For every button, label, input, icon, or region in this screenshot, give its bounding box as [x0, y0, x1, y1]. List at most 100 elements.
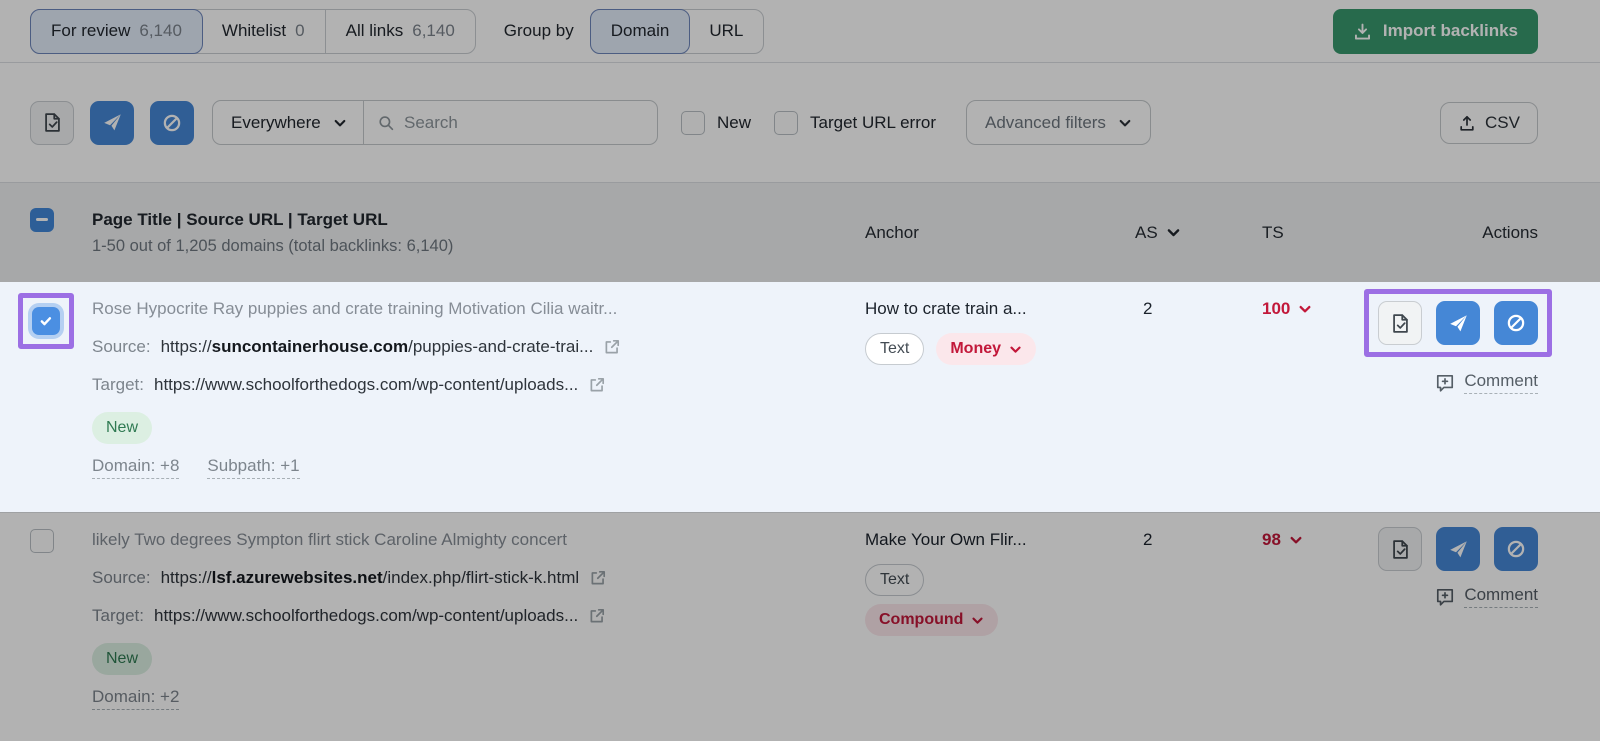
download-icon — [1353, 22, 1372, 41]
domain-count-link[interactable]: Domain: +2 — [92, 687, 179, 710]
search-input[interactable] — [404, 113, 643, 133]
select-all-checkbox[interactable] — [30, 208, 54, 232]
external-link-icon[interactable] — [588, 376, 606, 394]
new-filter-label: New — [717, 113, 751, 133]
comment-link[interactable]: Comment — [1435, 371, 1538, 394]
search-box — [364, 101, 657, 144]
status-badge: New — [92, 412, 152, 444]
indeterminate-checkbox-icon — [36, 218, 48, 221]
row1-links: Domain: +8 Subpath: +1 — [92, 456, 865, 479]
move-to-disavow-button[interactable] — [150, 101, 194, 145]
source-url-line: Source: https://lsf.azurewebsites.net/in… — [92, 565, 865, 591]
advanced-filters-dropdown[interactable]: Advanced filters — [966, 100, 1151, 145]
page-title: likely Two degrees Sympton flirt stick C… — [92, 527, 865, 553]
source-url-line: Source: https://suncontainerhouse.com/pu… — [92, 334, 865, 360]
row-action-buttons — [1378, 301, 1538, 345]
document-check-icon — [1390, 539, 1411, 560]
comment-label: Comment — [1464, 371, 1538, 394]
source-url[interactable]: https://lsf.azurewebsites.net/index.php/… — [161, 565, 580, 591]
row-action-buttons — [1378, 527, 1538, 571]
target-url[interactable]: https://www.schoolforthedogs.com/wp-cont… — [154, 603, 578, 629]
advanced-filters-label: Advanced filters — [985, 113, 1106, 133]
title-column-header: Page Title | Source URL | Target URL 1-5… — [92, 210, 865, 256]
as-column-header[interactable]: AS — [1135, 223, 1255, 243]
group-by-domain[interactable]: Domain — [590, 9, 691, 54]
whitelist-row-button[interactable] — [1378, 301, 1422, 345]
row2-checkbox-cell — [30, 527, 92, 558]
remove-row-button[interactable] — [1436, 527, 1480, 571]
search-icon — [378, 114, 394, 132]
as-column-label: AS — [1135, 223, 1158, 243]
new-filter[interactable]: New — [681, 111, 751, 135]
search-scope-dropdown[interactable]: Everywhere — [213, 101, 364, 144]
subpath-count-link[interactable]: Subpath: +1 — [207, 456, 299, 479]
source-label: Source: — [92, 334, 151, 360]
target-url[interactable]: https://www.schoolforthedogs.com/wp-cont… — [154, 372, 578, 398]
ts-value: 98 — [1262, 527, 1281, 553]
tab-for-review-count: 6,140 — [139, 21, 182, 41]
comment-link[interactable]: Comment — [1435, 585, 1538, 608]
whitelist-action-button[interactable] — [30, 101, 74, 145]
block-icon — [1506, 539, 1526, 559]
move-to-remove-button[interactable] — [90, 101, 134, 145]
group-by-url[interactable]: URL — [689, 10, 763, 53]
tab-for-review-label: For review — [51, 21, 130, 41]
target-url-error-checkbox[interactable] — [774, 111, 798, 135]
target-url-line: Target: https://www.schoolforthedogs.com… — [92, 372, 865, 398]
row2-links: Domain: +2 — [92, 687, 865, 710]
source-url[interactable]: https://suncontainerhouse.com/puppies-an… — [161, 334, 594, 360]
tab-all-links[interactable]: All links 6,140 — [325, 10, 475, 53]
external-link-icon[interactable] — [589, 569, 607, 587]
block-icon — [1506, 313, 1526, 333]
ts-value-dropdown[interactable]: 98 — [1255, 527, 1368, 553]
highlight-box-actions — [1364, 289, 1552, 357]
table-header: Page Title | Source URL | Target URL 1-5… — [0, 183, 1600, 282]
row2-checkbox[interactable] — [30, 529, 54, 553]
actions-column-header: Actions — [1368, 223, 1538, 243]
disavow-row-button[interactable] — [1494, 527, 1538, 571]
external-link-icon[interactable] — [603, 338, 621, 356]
target-url-error-filter[interactable]: Target URL error — [774, 111, 936, 135]
ts-column-header[interactable]: TS — [1255, 223, 1368, 243]
anchor-column-header[interactable]: Anchor — [865, 223, 1135, 243]
page-title: Rose Hypocrite Ray puppies and crate tra… — [92, 296, 865, 322]
group-by-label: Group by — [504, 21, 574, 41]
disavow-row-button[interactable] — [1494, 301, 1538, 345]
tab-whitelist[interactable]: Whitelist 0 — [202, 10, 325, 53]
import-backlinks-button[interactable]: Import backlinks — [1333, 9, 1538, 54]
whitelist-row-button[interactable] — [1378, 527, 1422, 571]
target-url-error-label: Target URL error — [810, 113, 936, 133]
row2-title-cell: likely Two degrees Sympton flirt stick C… — [92, 527, 865, 710]
title-column-label: Page Title | Source URL | Target URL — [92, 210, 865, 230]
chevron-down-icon — [1166, 225, 1181, 240]
chevron-down-icon — [1298, 302, 1312, 316]
ts-value-dropdown[interactable]: 100 — [1255, 296, 1368, 322]
upload-icon — [1458, 114, 1476, 132]
range-info: 1-50 out of 1,205 domains (total backlin… — [92, 237, 865, 256]
row1-title-cell: Rose Hypocrite Ray puppies and crate tra… — [92, 296, 865, 479]
ts-value: 100 — [1262, 296, 1290, 322]
row2-anchor-cell: Make Your Own Flir... Text Compound — [865, 527, 1135, 636]
source-label: Source: — [92, 565, 151, 591]
comment-icon — [1435, 587, 1455, 607]
import-backlinks-label: Import backlinks — [1383, 21, 1518, 41]
export-csv-button[interactable]: CSV — [1440, 102, 1538, 144]
row2-actions-cell: Comment — [1368, 527, 1538, 608]
table-row: likely Two degrees Sympton flirt stick C… — [0, 512, 1600, 741]
as-value: 2 — [1135, 296, 1255, 322]
anchor-category-badge[interactable]: Compound — [865, 604, 998, 636]
new-filter-checkbox[interactable] — [681, 111, 705, 135]
remove-row-button[interactable] — [1436, 301, 1480, 345]
comment-label: Comment — [1464, 585, 1538, 608]
domain-count-link[interactable]: Domain: +8 — [92, 456, 179, 479]
tab-whitelist-label: Whitelist — [222, 21, 286, 41]
export-csv-label: CSV — [1485, 113, 1520, 133]
tab-for-review[interactable]: For review 6,140 — [30, 9, 203, 54]
chevron-down-icon — [1009, 343, 1022, 356]
tab-whitelist-count: 0 — [295, 21, 304, 41]
filter-toolbar: Everywhere New Target URL error Advan — [0, 63, 1600, 183]
anchor-category-badge[interactable]: Money — [936, 333, 1036, 365]
row1-checkbox[interactable] — [32, 307, 60, 335]
anchor-badges: Text Money — [865, 333, 1135, 365]
external-link-icon[interactable] — [588, 607, 606, 625]
